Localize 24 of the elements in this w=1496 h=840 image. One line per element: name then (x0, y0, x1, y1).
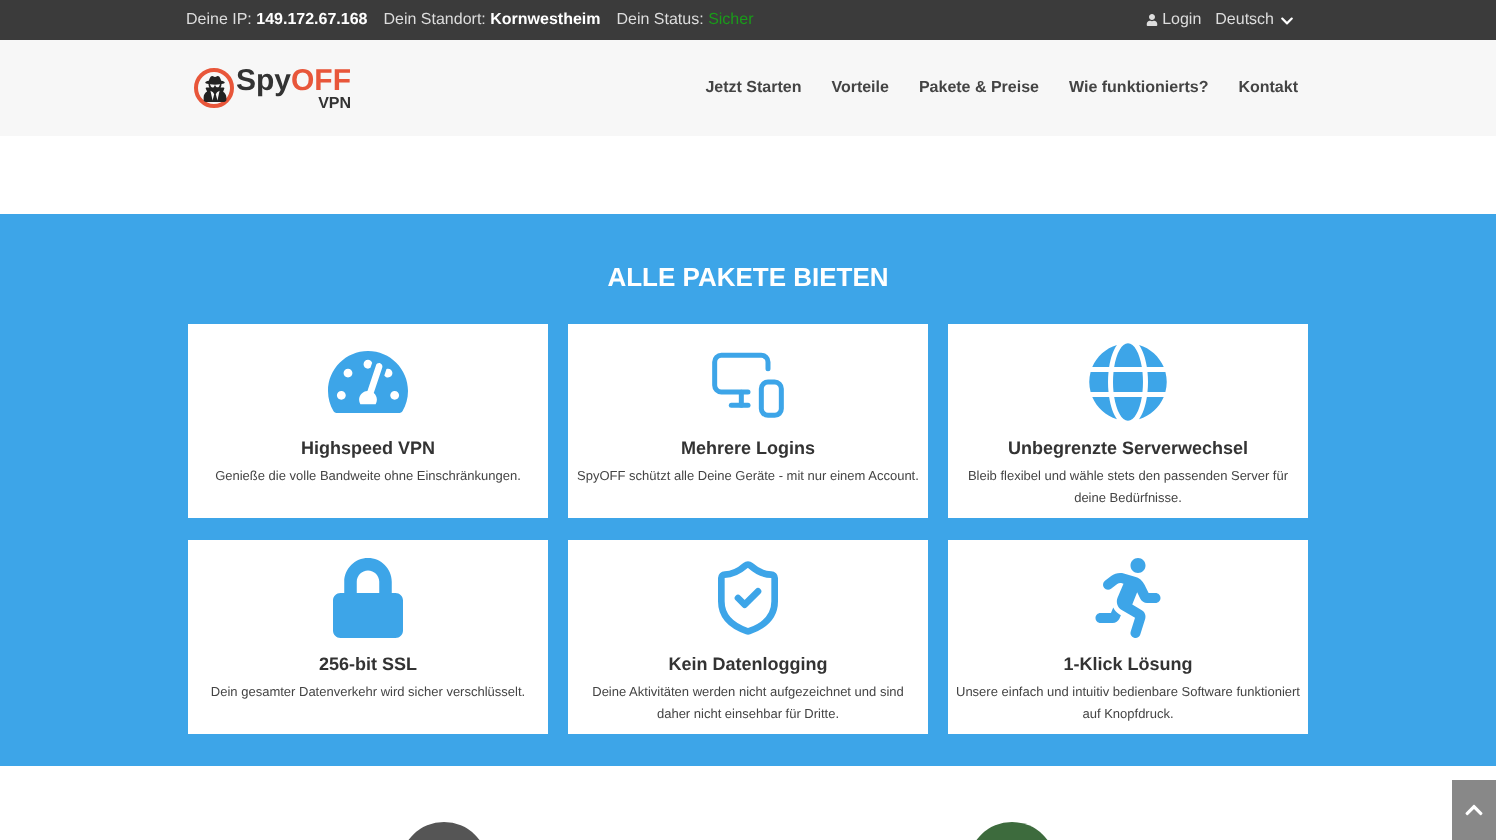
status-label: Dein Status: Sicher (616, 8, 754, 32)
nav-link[interactable]: Wie funktionierts? (1069, 76, 1209, 100)
nav-link[interactable]: Kontakt (1238, 76, 1298, 100)
feature-title: Highspeed VPN (300, 435, 435, 462)
feature-title: Mehrere Logins (680, 435, 815, 462)
login-link[interactable]: Login (1146, 8, 1202, 32)
globe-icon (1088, 341, 1168, 421)
feature-title: 256-bit SSL (318, 651, 417, 677)
feature-title: Unbegrenzte Serverwechsel (1007, 435, 1249, 462)
padlock-icon (328, 557, 408, 637)
nav-link[interactable]: Pakete & Preise (918, 76, 1039, 100)
scroll-top-button[interactable] (1452, 780, 1496, 840)
language-dropdown[interactable]: Deutsch (1215, 8, 1294, 32)
section-title: ALLE PAKETE BIETEN (607, 260, 889, 296)
user-icon (1146, 14, 1159, 26)
nav-link[interactable]: Vorteile (831, 76, 889, 100)
feature-title: Kein Datenlogging (668, 651, 828, 678)
logo[interactable]: SpyOFF VPN (194, 65, 352, 111)
chevron-down-icon (1280, 13, 1294, 27)
chevron-up-icon (1464, 800, 1484, 820)
ip-label: Deine IP: 149.172.67.168 (186, 8, 368, 32)
location-label: Dein Standort: Kornwestheim (383, 8, 601, 32)
feature-title: 1-Klick Lösung (1063, 651, 1193, 678)
nav-link[interactable]: Jetzt Starten (705, 76, 802, 100)
